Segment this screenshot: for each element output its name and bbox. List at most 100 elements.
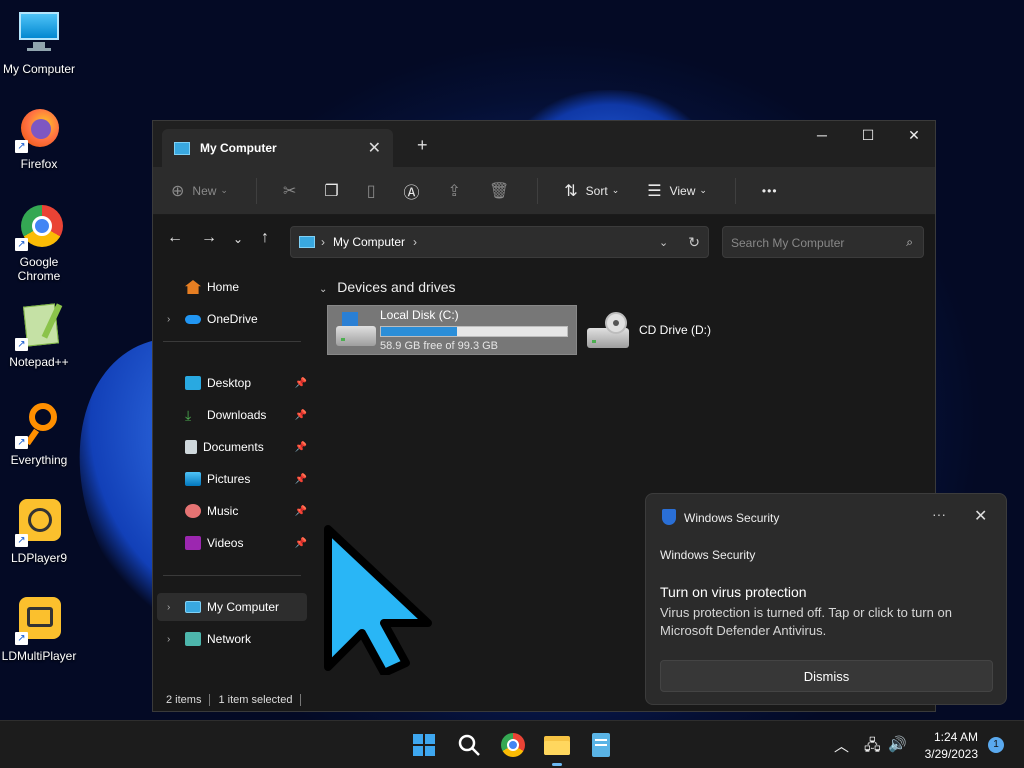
clock-date: 3/29/2023 [924, 747, 978, 761]
sidebar-item-downloads[interactable]: ⤓ Downloads 📌 [157, 401, 307, 429]
close-window-button[interactable]: ✕ [891, 127, 937, 144]
new-button[interactable]: ⊕ New ⌄ [171, 181, 228, 201]
command-bar: ⊕ New ⌄ ✂ ❐ ▯ Ⓐ ⇪ 🗑 ⇅ Sort ⌄ ☰ View ⌄ ••… [153, 167, 935, 215]
breadcrumb-chevron-icon[interactable]: › [413, 235, 417, 249]
taskbar-notepad[interactable] [587, 731, 615, 759]
sidebar-item-documents[interactable]: Documents 📌 [157, 433, 307, 461]
drive-local-disk-c[interactable]: Local Disk (C:) 58.9 GB free of 99.3 GB [327, 305, 577, 355]
sidebar-item-label: Videos [207, 536, 244, 550]
sidebar-item-desktop[interactable]: Desktop 📌 [157, 369, 307, 397]
sidebar-item-label: OneDrive [207, 312, 258, 326]
rename-icon: Ⓐ [403, 184, 420, 202]
search-input[interactable] [731, 236, 891, 250]
share-button[interactable]: ⇪ [448, 181, 461, 201]
section-header-devices[interactable]: ⌄ Devices and drives [319, 279, 456, 295]
sidebar-item-music[interactable]: Music 📌 [157, 497, 307, 525]
search-icon: ⌕ [906, 235, 913, 249]
pin-icon[interactable]: 📌 [295, 442, 307, 453]
sidebar-item-label: Desktop [207, 376, 252, 390]
sort-button[interactable]: ⇅ Sort ⌄ [564, 181, 619, 201]
notification-app-name: Windows Security [684, 511, 780, 525]
chevron-right-icon[interactable]: › [167, 602, 170, 613]
mouse-pointer-icon [324, 525, 432, 675]
breadcrumb-my-computer[interactable]: My Computer [333, 235, 405, 249]
pin-icon[interactable]: 📌 [295, 538, 307, 549]
forward-button[interactable]: → [201, 229, 217, 247]
up-button[interactable]: ↑ [261, 229, 269, 247]
start-button[interactable] [410, 731, 438, 759]
desktop-icon-ldplayer9[interactable]: ↗ LDPlayer9 [0, 499, 78, 565]
sidebar-item-pictures[interactable]: Pictures 📌 [157, 465, 307, 493]
address-dropdown-icon[interactable]: ⌄ [659, 236, 668, 249]
new-tab-button[interactable]: + [417, 135, 428, 156]
toolbar-divider [734, 177, 736, 204]
more-options-button[interactable]: ••• [762, 184, 778, 198]
volume-icon[interactable]: 🔊 [888, 735, 907, 753]
sidebar-divider [163, 341, 301, 342]
shortcut-arrow-icon: ↗ [15, 534, 28, 547]
search-box[interactable]: ⌕ [722, 226, 924, 258]
taskbar-file-explorer[interactable] [543, 731, 571, 766]
desktop-icon-my-computer[interactable]: My Computer [0, 10, 78, 76]
notification-close-button[interactable]: ✕ [974, 506, 987, 526]
sidebar-item-videos[interactable]: Videos 📌 [157, 529, 307, 557]
copy-button[interactable]: ❐ [324, 181, 338, 201]
trash-icon: 🗑 [488, 182, 510, 200]
drive-cd-d[interactable]: CD Drive (D:) [587, 305, 711, 355]
chevron-right-icon[interactable]: › [167, 634, 170, 645]
paste-button[interactable]: ▯ [367, 181, 376, 201]
sidebar-item-home[interactable]: Home [157, 273, 307, 301]
chevron-down-icon: ⌄ [611, 185, 620, 195]
address-row: ← → ⌄ ↑ › My Computer › ⌄ ↻ ⌕ [153, 215, 935, 271]
show-hidden-icons-button[interactable]: ︿ [834, 735, 849, 756]
chevron-right-icon[interactable]: › [167, 314, 170, 325]
sidebar-item-onedrive[interactable]: › OneDrive [157, 305, 307, 333]
desktop-icon-notepadpp[interactable]: ↗ Notepad++ [0, 303, 78, 369]
taskbar-chrome[interactable] [499, 731, 527, 759]
plus-circle-icon: ⊕ [171, 182, 185, 200]
folder-front-icon [544, 741, 570, 755]
pin-icon[interactable]: 📌 [295, 410, 307, 421]
desktop-icon-label: LDMultiPlayer [1, 649, 77, 663]
tab-my-computer[interactable]: My Computer ✕ [162, 129, 393, 167]
pin-icon[interactable]: 📌 [295, 378, 307, 389]
maximize-button[interactable]: ☐ [845, 127, 891, 144]
cut-button[interactable]: ✂ [283, 181, 296, 201]
navigation-pane: Home › OneDrive Desktop 📌 ⤓ Downloads 📌 … [153, 271, 311, 681]
windows-security-notification[interactable]: Windows Security ··· ✕ Windows Security … [645, 493, 1007, 705]
notification-more-button[interactable]: ··· [932, 506, 946, 522]
chrome-icon: ↗ [15, 203, 63, 251]
rename-button[interactable]: Ⓐ [404, 179, 420, 203]
document-icon [185, 440, 197, 454]
dismiss-button[interactable]: Dismiss [660, 660, 993, 692]
notification-count-badge[interactable]: 1 [988, 737, 1004, 753]
desktop-icon-label: Everything [10, 453, 68, 467]
notepad-line [595, 744, 607, 746]
taskbar-search-button[interactable] [455, 731, 483, 759]
pin-icon[interactable]: 📌 [295, 506, 307, 517]
taskbar-clock[interactable]: 1:24 AM 3/29/2023 [918, 729, 978, 763]
status-divider [209, 694, 211, 706]
desktop-icon-firefox[interactable]: ↗ Firefox [0, 105, 78, 171]
refresh-icon[interactable]: ↻ [688, 234, 700, 251]
status-selection: 1 item selected [218, 694, 293, 706]
pin-icon[interactable]: 📌 [295, 474, 307, 485]
notepad-line [595, 739, 607, 741]
desktop-icon-ldmultiplayer[interactable]: ↗ LDMultiPlayer [0, 597, 78, 663]
back-button[interactable]: ← [167, 229, 183, 247]
sidebar-item-my-computer[interactable]: › My Computer [157, 593, 307, 621]
recent-locations-button[interactable]: ⌄ [233, 232, 243, 246]
desktop-icon-everything[interactable]: ↗ Everything [0, 401, 78, 467]
minimize-button[interactable]: ─ [799, 127, 845, 143]
sidebar-item-network[interactable]: › Network [157, 625, 307, 653]
cd-drive-icon [587, 312, 631, 348]
delete-button[interactable]: 🗑 [489, 181, 509, 201]
view-button[interactable]: ☰ View ⌄ [647, 181, 707, 201]
picture-icon [185, 472, 201, 486]
address-bar[interactable]: › My Computer › ⌄ ↻ [290, 226, 709, 258]
close-tab-icon[interactable]: ✕ [368, 138, 381, 158]
toolbar-divider [255, 177, 257, 204]
sidebar-item-label: Music [207, 504, 239, 518]
desktop-icon-chrome[interactable]: ↗ Google Chrome [0, 203, 78, 283]
network-icon[interactable]: 🖧 [864, 735, 881, 760]
